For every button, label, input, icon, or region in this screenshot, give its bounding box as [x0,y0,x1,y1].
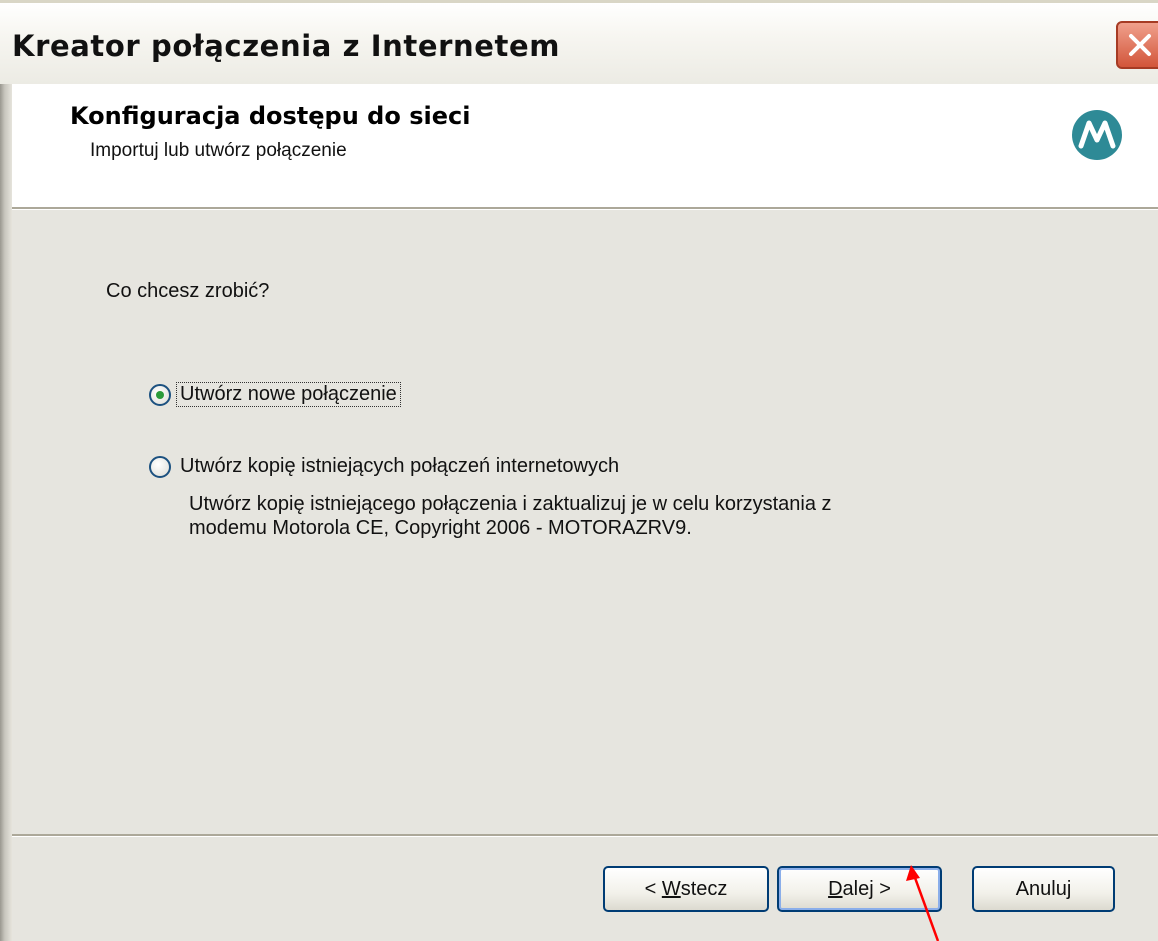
radio-new-connection[interactable] [149,383,171,406]
cancel-button[interactable]: Anuluj [972,866,1115,912]
wizard-content: Co chcesz zrobić? Utwórz nowe połączenie… [12,210,1158,836]
option-copy-description: Utwórz kopię istniejącego połączenia i z… [189,492,1009,540]
next-button-rest: alej > [842,877,891,900]
close-icon [1129,34,1151,56]
cancel-button-label: Anuluj [1015,877,1072,900]
wizard-header: Konfiguracja dostępu do sieci Importuj l… [12,84,1158,208]
window-frame-left [0,84,12,941]
back-button[interactable]: < Wstecz [603,866,769,912]
option-copy-description-line1: Utwórz kopię istniejącego połączenia i z… [189,493,832,515]
option-copy-description-line2: modemu Motorola CE, Copyright 2006 - MOT… [189,517,692,539]
question-label: Co chcesz zrobić? [106,280,270,302]
option-copy-connections[interactable]: Utwórz kopię istniejących połączeń inter… [149,455,622,478]
option-copy-connections-label[interactable]: Utwórz kopię istniejących połączeń inter… [177,455,622,478]
wizard-window: Kreator połączenia z Internetem Konfigur… [0,0,1158,941]
close-button[interactable] [1116,21,1158,69]
option-new-connection[interactable]: Utwórz nowe połączenie [149,382,401,407]
next-button-mnemonic: D [828,877,843,900]
page-title: Konfiguracja dostępu do sieci [70,102,471,130]
option-new-connection-label[interactable]: Utwórz nowe połączenie [176,382,401,407]
motorola-logo-icon [1072,110,1122,160]
window-title: Kreator połączenia z Internetem [12,29,561,63]
page-subtitle: Importuj lub utwórz połączenie [90,140,347,161]
back-button-rest: stecz [680,877,728,900]
next-button[interactable]: Dalej > [777,866,942,912]
title-bar[interactable]: Kreator połączenia z Internetem [0,0,1158,84]
radio-copy-connections[interactable] [149,455,171,478]
wizard-footer: < Wstecz Dalej > Anuluj [12,837,1158,941]
back-button-mnemonic: W [661,877,681,900]
back-button-prefix: < [644,877,662,900]
